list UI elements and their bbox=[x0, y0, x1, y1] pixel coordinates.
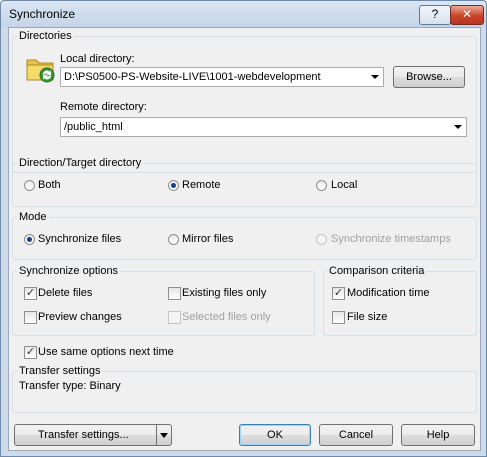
synchronize-dialog: Synchronize ? ✕ Directories Local direct… bbox=[0, 0, 487, 457]
use-same-options-label[interactable]: Use same options next time bbox=[38, 346, 174, 358]
chevron-down-icon[interactable] bbox=[454, 125, 462, 129]
existing-files-only-label[interactable]: Existing files only bbox=[182, 287, 266, 299]
mode-synchronize-timestamps-radio[interactable] bbox=[316, 234, 327, 245]
delete-files-checkbox[interactable]: ✓ bbox=[24, 287, 37, 300]
help-title-button[interactable]: ? bbox=[419, 5, 451, 25]
preview-changes-checkbox[interactable] bbox=[24, 311, 37, 324]
selected-files-only-checkbox[interactable] bbox=[168, 311, 181, 324]
local-directory-label: Local directory: bbox=[60, 53, 135, 65]
existing-files-only-checkbox[interactable] bbox=[168, 287, 181, 300]
selected-files-only-label[interactable]: Selected files only bbox=[182, 311, 271, 323]
dropdown-arrow-icon[interactable] bbox=[156, 425, 171, 445]
ok-button[interactable]: OK bbox=[239, 424, 311, 446]
direction-group-label: Direction/Target directory bbox=[17, 157, 144, 169]
transfer-settings-group-label: Transfer settings bbox=[17, 365, 103, 377]
direction-remote-radio[interactable] bbox=[168, 180, 179, 191]
local-directory-combo[interactable]: D:\PS0500-PS-Website-LIVE\1001-webdevelo… bbox=[60, 67, 384, 87]
directories-group-label: Directories bbox=[17, 30, 74, 42]
help-button[interactable]: Help bbox=[401, 424, 475, 446]
remote-directory-value: /public_html bbox=[64, 121, 123, 133]
synchronize-options-group bbox=[12, 271, 315, 336]
window-title: Synchronize bbox=[9, 7, 76, 21]
mode-mirror-files-radio[interactable] bbox=[168, 234, 179, 245]
local-directory-value: D:\PS0500-PS-Website-LIVE\1001-webdevelo… bbox=[64, 71, 321, 83]
delete-files-label[interactable]: Delete files bbox=[38, 287, 92, 299]
file-size-checkbox[interactable] bbox=[332, 311, 345, 324]
synchronize-options-group-label: Synchronize options bbox=[17, 265, 121, 277]
direction-local-label[interactable]: Local bbox=[331, 179, 357, 191]
direction-remote-label[interactable]: Remote bbox=[182, 179, 221, 191]
transfer-settings-label: Transfer settings... bbox=[38, 429, 129, 441]
mode-synchronize-files-radio[interactable] bbox=[24, 234, 35, 245]
remote-directory-combo[interactable]: /public_html bbox=[60, 117, 467, 137]
mode-group-label: Mode bbox=[17, 211, 49, 223]
transfer-settings-button[interactable]: Transfer settings... bbox=[14, 424, 172, 446]
direction-group bbox=[12, 163, 477, 207]
mode-synchronize-timestamps-label[interactable]: Synchronize timestamps bbox=[331, 233, 451, 245]
remote-directory-label: Remote directory: bbox=[60, 101, 147, 113]
cancel-button[interactable]: Cancel bbox=[319, 424, 393, 446]
chevron-down-icon[interactable] bbox=[371, 75, 379, 79]
browse-button[interactable]: Browse... bbox=[393, 66, 465, 88]
modification-time-label[interactable]: Modification time bbox=[347, 287, 430, 299]
preview-changes-label[interactable]: Preview changes bbox=[38, 311, 122, 323]
file-size-label[interactable]: File size bbox=[347, 311, 387, 323]
dialog-body: Directories Local directory: D:\PS0500-P… bbox=[8, 27, 481, 451]
direction-local-radio[interactable] bbox=[316, 180, 327, 191]
comparison-criteria-group bbox=[323, 271, 477, 336]
mode-mirror-files-label[interactable]: Mirror files bbox=[182, 233, 233, 245]
transfer-settings-group bbox=[12, 371, 477, 413]
title-bar: Synchronize ? ✕ bbox=[1, 1, 486, 27]
close-button[interactable]: ✕ bbox=[450, 5, 484, 25]
use-same-options-checkbox[interactable]: ✓ bbox=[24, 346, 37, 359]
direction-both-radio[interactable] bbox=[24, 180, 35, 191]
transfer-type-text: Transfer type: Binary bbox=[19, 380, 121, 392]
modification-time-checkbox[interactable]: ✓ bbox=[332, 287, 345, 300]
mode-synchronize-files-label[interactable]: Synchronize files bbox=[38, 233, 121, 245]
direction-both-label[interactable]: Both bbox=[38, 179, 61, 191]
comparison-criteria-group-label: Comparison criteria bbox=[327, 265, 427, 277]
folder-sync-icon bbox=[26, 59, 55, 83]
